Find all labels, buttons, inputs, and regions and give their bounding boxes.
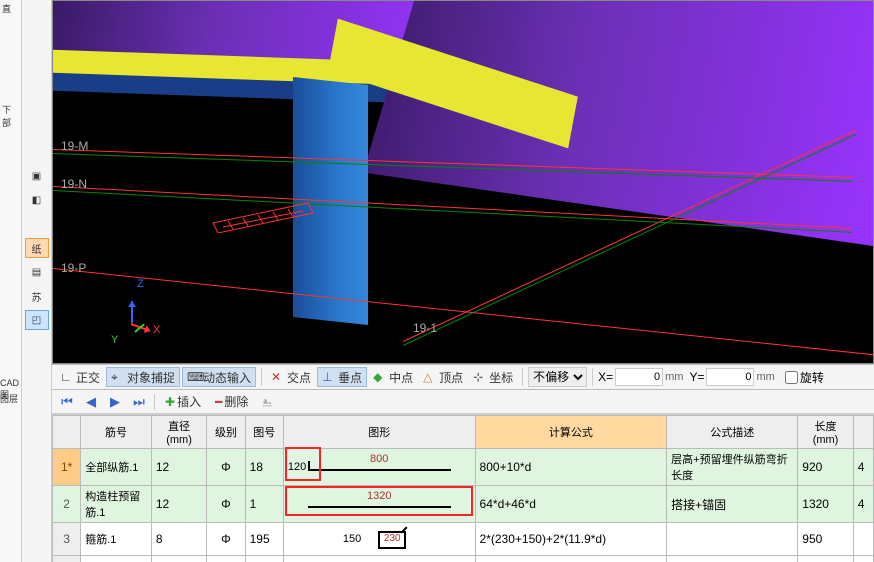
dyninput-button[interactable]: ⌨动态输入 (182, 367, 256, 387)
axis-label-19n: 19-N (61, 177, 87, 191)
left-panel-fragments: 直 下部 (0, 0, 22, 562)
ortho-icon: ∟ (60, 370, 74, 384)
minus-icon: ━ (215, 395, 222, 409)
sidebar-tab-paper[interactable]: 纸 (25, 238, 49, 258)
nav-prev-icon[interactable]: ◀ (82, 393, 100, 411)
axis-gizmo: Z X Y (113, 298, 153, 338)
highlight-box-2 (285, 486, 473, 516)
shape-graphic-1: 120 800 (288, 453, 471, 481)
coord-icon: ⊹ (473, 370, 487, 384)
perp-icon: ⊥ (322, 370, 336, 384)
osnap-button[interactable]: ⌖对象捕捉 (106, 367, 180, 387)
row-num-4[interactable]: 4 (53, 556, 81, 562)
3d-viewport[interactable]: 19-M 19-N 19-P 19-1 Z X Y (52, 0, 874, 364)
sidebar-icon-1[interactable]: ▣ (25, 166, 49, 186)
rebar-table[interactable]: 筋号 直径(mm) 级别 图号 图形 计算公式 公式描述 长度(mm) 1* (52, 414, 874, 562)
nav-toolbar: ⏮ ◀ ▶ ⏭ ✚插入 ━删除 ⎁ (52, 390, 874, 414)
col-grade[interactable]: 级别 (207, 416, 245, 449)
osnap-icon: ⌖ (111, 370, 125, 384)
table-header-row: 筋号 直径(mm) 级别 图号 图形 计算公式 公式描述 长度(mm) (53, 416, 874, 449)
table-row[interactable]: 2 构造柱预留筋.1 12 Φ 1 1320 64*d+46*d (53, 486, 874, 523)
sidebar-tab-su[interactable]: 苏 (25, 286, 49, 306)
nav-next-icon[interactable]: ▶ (106, 393, 124, 411)
col-fig[interactable]: 图号 (245, 416, 283, 449)
y-input[interactable] (706, 368, 754, 386)
mid-button[interactable]: ◆中点 (369, 367, 417, 387)
col-shape[interactable]: 图形 (283, 416, 475, 449)
axis-label-19p: 19-P (61, 261, 86, 275)
row-num-2[interactable]: 2 (53, 486, 81, 523)
apex-button[interactable]: △顶点 (419, 367, 467, 387)
apex-icon: △ (423, 370, 437, 384)
extra-tool-icon[interactable]: ⎁ (258, 393, 276, 411)
hatch-region (208, 193, 318, 233)
col-desc[interactable]: 公式描述 (667, 416, 798, 449)
y-label: Y= (689, 370, 704, 384)
dyninput-icon: ⌨ (187, 370, 201, 384)
coord-button[interactable]: ⊹坐标 (469, 367, 517, 387)
table-row[interactable]: 4 (53, 556, 874, 562)
x-input[interactable] (615, 368, 663, 386)
col-formula[interactable]: 计算公式 (475, 416, 667, 449)
sidebar-icon-2[interactable]: ◧ (25, 190, 49, 210)
axis-label-19-1: 19-1 (413, 321, 437, 335)
ortho-button[interactable]: ∟正交 (56, 367, 104, 387)
sidebar-icon-3[interactable]: ▤ (25, 262, 49, 282)
shape-graphic-3: 150 230 (288, 525, 471, 553)
snap-toolbar: ∟正交 ⌖对象捕捉 ⌨动态输入 ✕交点 ⊥垂点 ◆中点 △顶点 ⊹坐标 不偏移 … (52, 364, 874, 390)
col-len[interactable]: 长度(mm) (798, 416, 853, 449)
perp-button[interactable]: ⊥垂点 (317, 367, 367, 387)
x-label: X= (598, 370, 613, 384)
x-unit: mm (665, 371, 683, 383)
row-num-3[interactable]: 3 (53, 523, 81, 556)
col-name[interactable]: 筋号 (81, 416, 152, 449)
col-dia[interactable]: 直径(mm) (151, 416, 206, 449)
insert-button[interactable]: ✚插入 (161, 392, 205, 412)
delete-button[interactable]: ━删除 (211, 392, 252, 412)
intersect-icon: ✕ (271, 370, 285, 384)
nav-last-icon[interactable]: ⏭ (130, 393, 148, 411)
highlight-box-1 (285, 447, 321, 481)
table-row[interactable]: 3 箍筋.1 8 Φ 195 150 230 2*(230+150)+ (53, 523, 874, 556)
table-row[interactable]: 1* 全部纵筋.1 12 Φ 18 120 800 (53, 449, 874, 486)
axis-label-19m: 19-M (61, 139, 88, 153)
sidebar-icon-4[interactable]: ◰ (25, 310, 49, 330)
offset-select[interactable]: 不偏移 (528, 367, 587, 387)
shape-graphic-2: 1320 (288, 490, 471, 518)
nav-first-icon[interactable]: ⏮ (58, 393, 76, 411)
rotate-label: 旋转 (800, 369, 824, 386)
rotate-checkbox[interactable] (785, 371, 798, 384)
row-num-1[interactable]: 1* (53, 449, 81, 486)
plus-icon: ✚ (165, 395, 175, 409)
y-unit: mm (756, 371, 774, 383)
intersect-button[interactable]: ✕交点 (267, 367, 315, 387)
left-sidebar: ▣ ◧ 纸 ▤ 苏 ◰ (22, 0, 52, 562)
left-note-layer: 图层 (0, 392, 20, 405)
mid-icon: ◆ (373, 370, 387, 384)
